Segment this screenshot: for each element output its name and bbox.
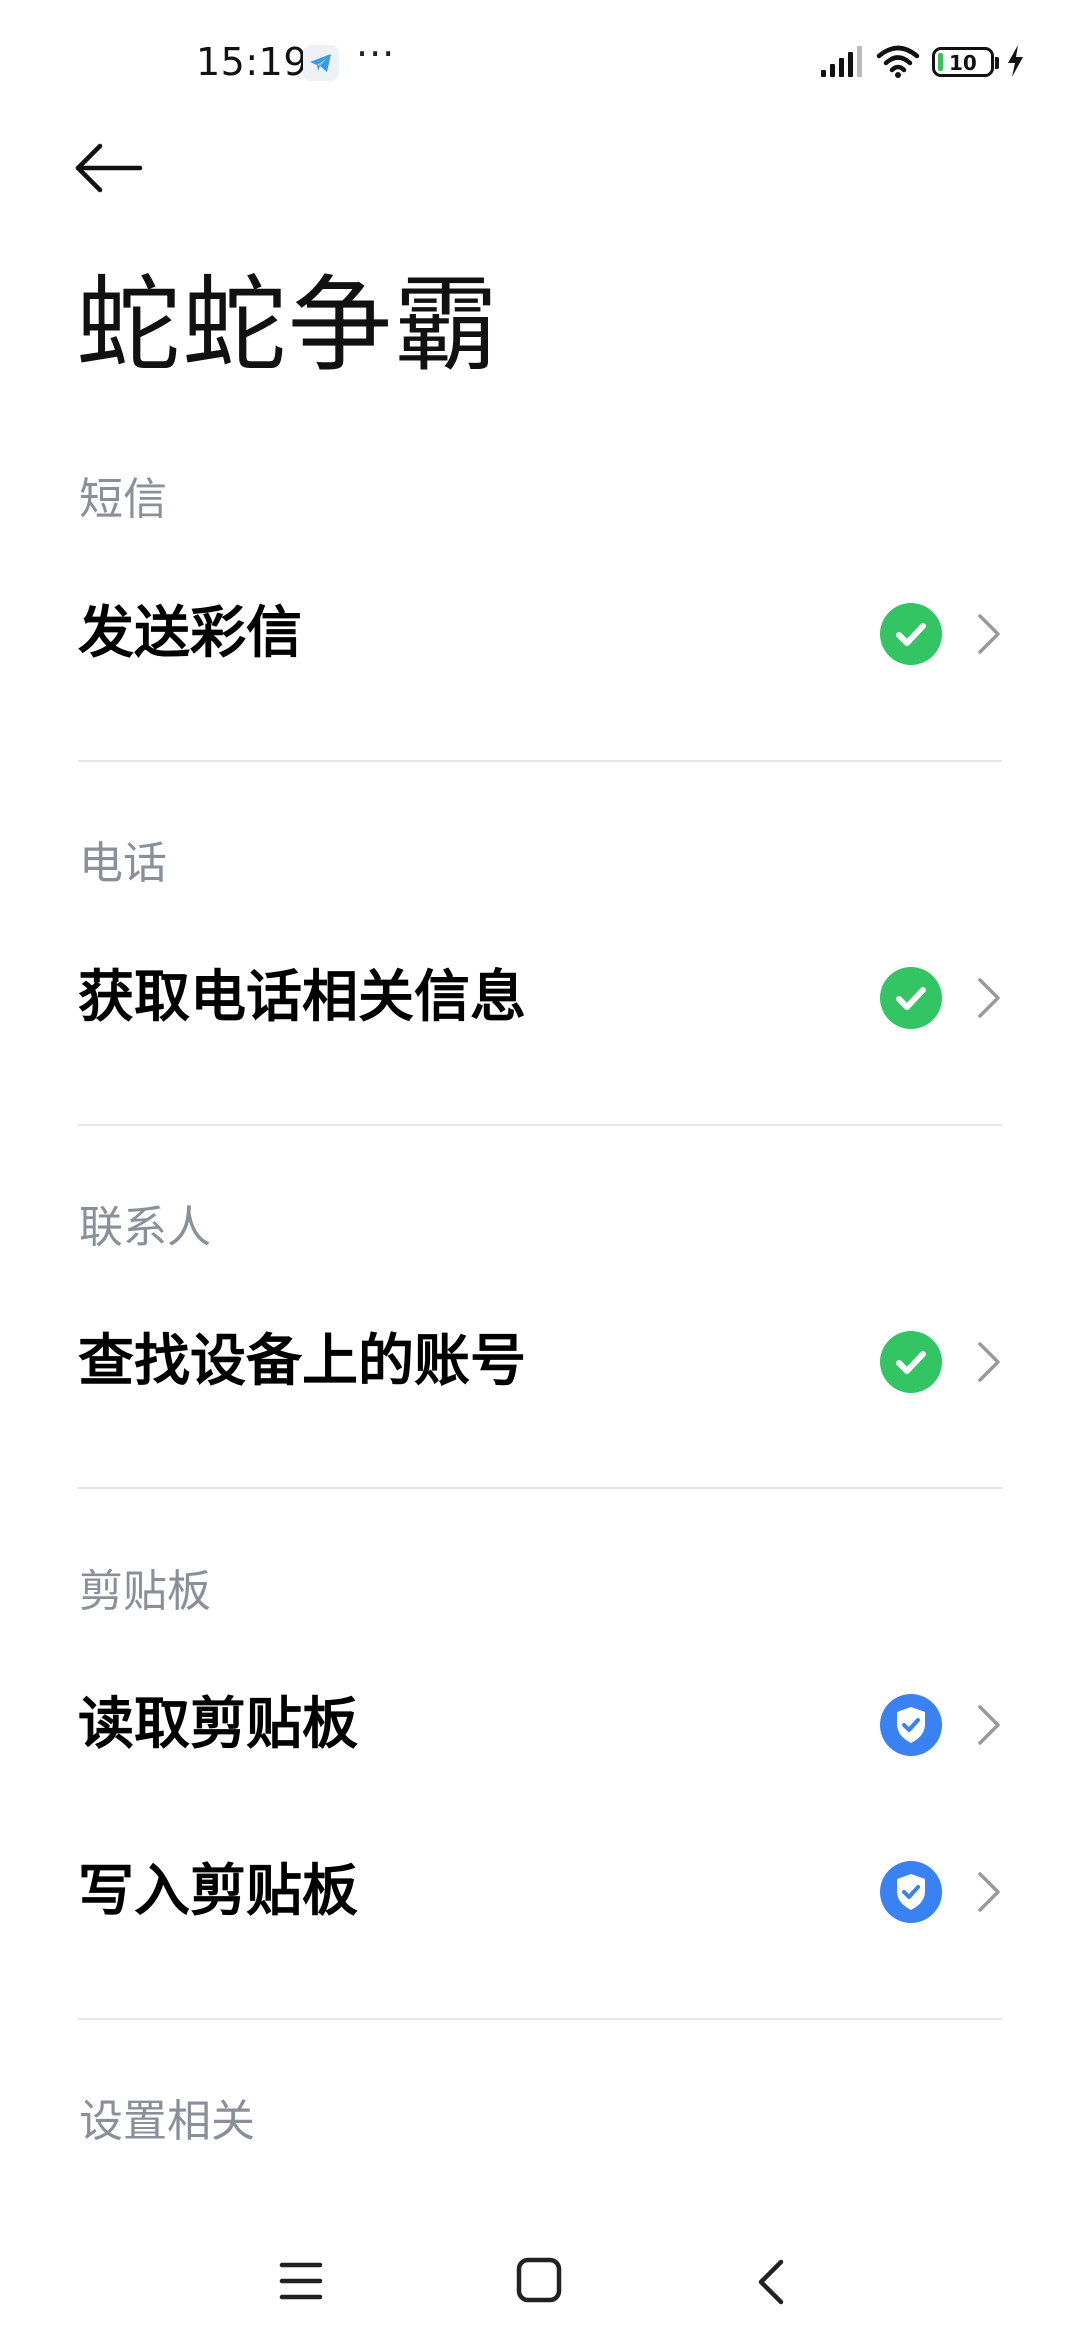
section-header-sms: 短信 xyxy=(79,474,167,525)
check-circle-icon xyxy=(880,967,942,1029)
permission-row-write-clipboard[interactable]: 写入剪贴板 xyxy=(0,1816,1080,1966)
menu-icon[interactable] xyxy=(279,2260,323,2306)
section-header-clipboard: 剪贴板 xyxy=(79,1566,211,1617)
divider xyxy=(78,760,1002,762)
divider xyxy=(78,1487,1002,1489)
check-circle-icon xyxy=(880,1331,942,1393)
permission-row-find-accounts[interactable]: 查找设备上的账号 xyxy=(0,1286,1080,1436)
back-icon[interactable] xyxy=(755,2258,787,2310)
chevron-right-icon xyxy=(976,976,1002,1024)
chevron-right-icon xyxy=(976,612,1002,660)
section-header-settings: 设置相关 xyxy=(79,2096,255,2147)
permission-label: 获取电话相关信息 xyxy=(78,965,526,1030)
permission-row-read-clipboard[interactable]: 读取剪贴板 xyxy=(0,1649,1080,1799)
check-circle-icon xyxy=(880,603,942,665)
back-arrow-icon xyxy=(75,143,143,193)
more-notifications-icon: ··· xyxy=(356,32,396,76)
permission-label: 查找设备上的账号 xyxy=(78,1329,526,1394)
chevron-right-icon xyxy=(976,1703,1002,1751)
shield-check-icon xyxy=(880,1861,942,1923)
section-header-contacts: 联系人 xyxy=(79,1202,211,1253)
shield-check-icon xyxy=(880,1694,942,1756)
divider xyxy=(78,2018,1002,2020)
home-icon[interactable] xyxy=(515,2256,563,2308)
battery-icon: 10 xyxy=(932,47,999,77)
battery-fill xyxy=(938,53,943,71)
permission-row-send-mms[interactable]: 发送彩信 xyxy=(0,558,1080,708)
permission-label: 读取剪贴板 xyxy=(78,1692,358,1757)
wifi-icon xyxy=(876,44,920,82)
section-header-phone: 电话 xyxy=(79,838,167,889)
back-button[interactable] xyxy=(70,130,150,210)
battery-tip xyxy=(995,57,999,69)
chevron-right-icon xyxy=(976,1340,1002,1388)
status-time: 15:19 xyxy=(196,40,309,84)
signal-icon xyxy=(820,46,864,82)
chevron-right-icon xyxy=(976,1870,1002,1918)
divider xyxy=(78,1124,1002,1126)
navigation-bar xyxy=(0,2220,1080,2340)
page-title: 蛇蛇争霸 xyxy=(76,264,501,386)
charging-icon xyxy=(1005,44,1025,82)
permission-row-phone-info[interactable]: 获取电话相关信息 xyxy=(0,922,1080,1072)
permission-label: 发送彩信 xyxy=(78,601,302,666)
status-bar: 15:19 ··· 10 xyxy=(0,0,1080,125)
battery-level: 10 xyxy=(949,51,977,75)
permission-label: 写入剪贴板 xyxy=(78,1859,358,1924)
telegram-icon xyxy=(303,45,339,81)
